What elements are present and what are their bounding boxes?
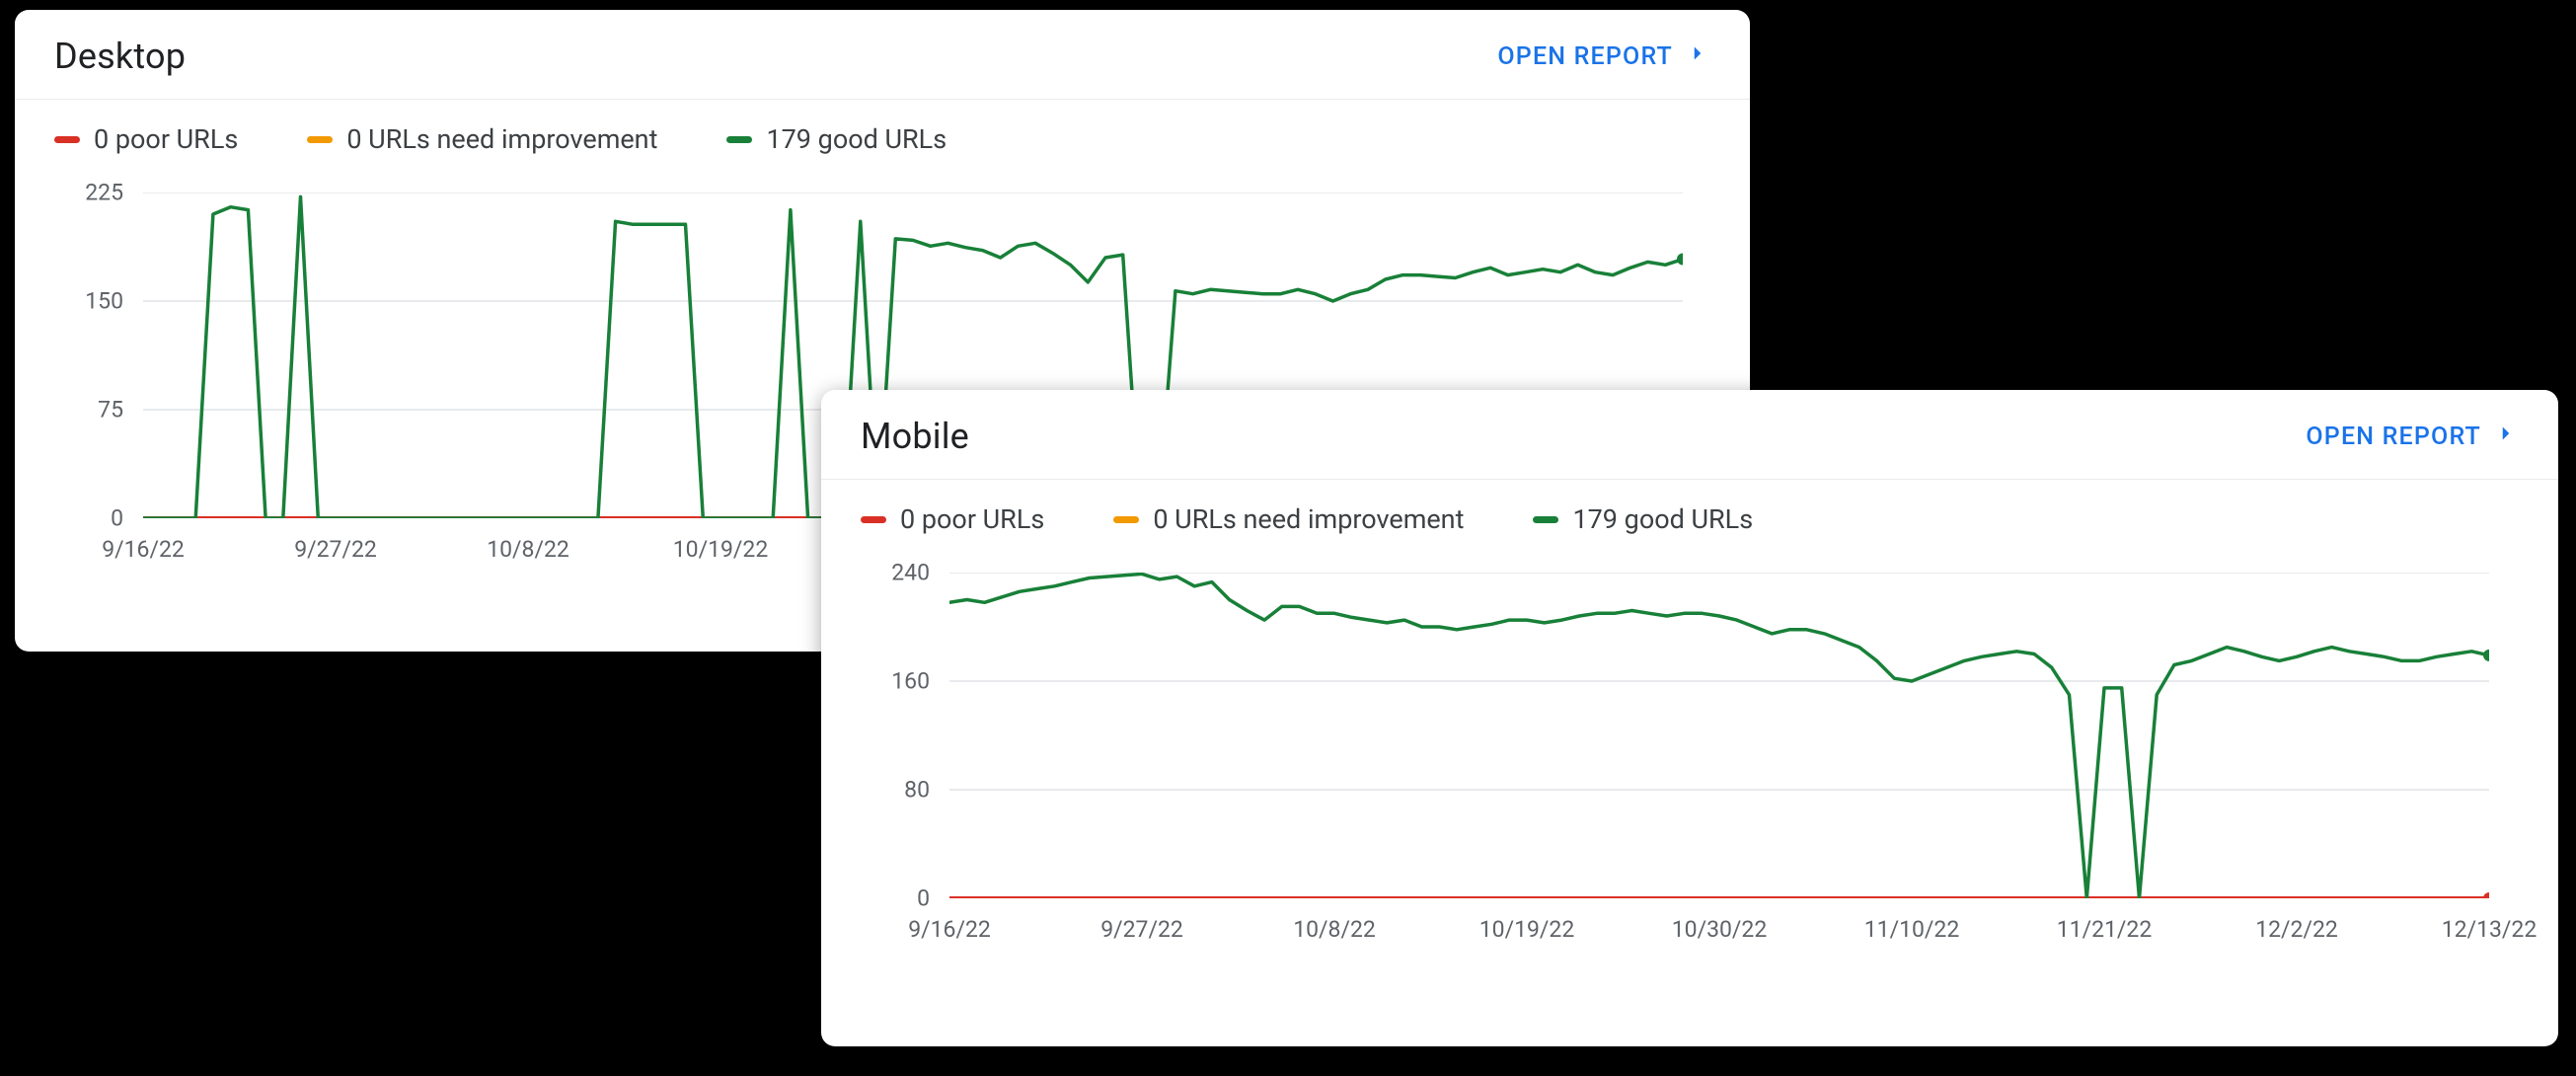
open-report-label: OPEN REPORT <box>1497 42 1673 71</box>
y-tick: 0 <box>917 885 930 912</box>
legend-item-need: 0 URLs need improvement <box>307 123 657 155</box>
mobile-gridlines <box>949 573 2489 898</box>
legend-label-good: 179 good URLs <box>766 123 947 155</box>
mobile-good-series <box>949 574 2489 898</box>
open-report-link-desktop[interactable]: OPEN REPORT <box>1497 40 1710 73</box>
x-tick: 12/13/22 <box>2442 916 2538 943</box>
mobile-card: Mobile OPEN REPORT 0 poor URLs 0 URLs ne… <box>821 390 2558 1046</box>
y-tick: 160 <box>891 667 930 694</box>
legend-swatch-poor <box>54 136 80 143</box>
x-tick: 12/2/22 <box>2255 916 2338 943</box>
mobile-end-point <box>2483 650 2489 661</box>
x-tick: 10/30/22 <box>1672 916 1768 943</box>
x-tick: 9/16/22 <box>908 916 991 943</box>
y-tick: 150 <box>85 287 123 314</box>
mobile-poor-end-point <box>2483 892 2489 898</box>
y-tick: 225 <box>85 180 123 206</box>
legend-label-good: 179 good URLs <box>1572 503 1753 535</box>
y-tick: 0 <box>111 505 123 532</box>
legend-swatch-need <box>307 136 333 143</box>
x-tick: 10/8/22 <box>1293 916 1376 943</box>
x-tick: 9/27/22 <box>294 536 377 563</box>
legend-label-poor: 0 poor URLs <box>900 503 1044 535</box>
desktop-card-header: Desktop OPEN REPORT <box>15 10 1750 100</box>
desktop-title: Desktop <box>54 36 186 77</box>
open-report-link-mobile[interactable]: OPEN REPORT <box>2306 421 2519 453</box>
x-tick: 11/21/22 <box>2057 916 2153 943</box>
chevron-right-icon <box>2493 421 2519 453</box>
desktop-end-point <box>1677 253 1683 265</box>
open-report-label: OPEN REPORT <box>2306 423 2481 451</box>
y-tick: 75 <box>98 396 123 423</box>
mobile-legend: 0 poor URLs 0 URLs need improvement 179 … <box>821 480 2558 543</box>
mobile-y-axis: 240 160 80 0 <box>861 573 930 898</box>
y-tick: 80 <box>904 776 930 803</box>
x-tick: 11/10/22 <box>1864 916 1960 943</box>
x-tick: 10/19/22 <box>673 536 769 563</box>
legend-label-poor: 0 poor URLs <box>94 123 238 155</box>
mobile-plot-svg <box>949 573 2489 898</box>
desktop-y-axis: 225 150 75 0 <box>54 192 123 518</box>
desktop-legend: 0 poor URLs 0 URLs need improvement 179 … <box>15 100 1750 163</box>
legend-swatch-good <box>726 136 752 143</box>
legend-label-need: 0 URLs need improvement <box>346 123 657 155</box>
legend-swatch-poor <box>861 516 886 523</box>
legend-item-good: 179 good URLs <box>726 123 947 155</box>
mobile-card-header: Mobile OPEN REPORT <box>821 390 2558 480</box>
x-tick: 9/27/22 <box>1100 916 1183 943</box>
legend-item-good: 179 good URLs <box>1533 503 1753 535</box>
x-tick: 10/8/22 <box>487 536 569 563</box>
legend-swatch-need <box>1113 516 1139 523</box>
legend-item-poor: 0 poor URLs <box>861 503 1044 535</box>
legend-item-poor: 0 poor URLs <box>54 123 238 155</box>
x-tick: 9/16/22 <box>102 536 185 563</box>
mobile-chart: 240 160 80 0 9/16/22 9/27/22 10/8/22 10/… <box>821 543 2558 977</box>
legend-swatch-good <box>1533 516 1558 523</box>
legend-item-need: 0 URLs need improvement <box>1113 503 1464 535</box>
chevron-right-icon <box>1685 40 1710 73</box>
mobile-title: Mobile <box>861 416 969 457</box>
y-tick: 240 <box>891 560 930 586</box>
x-tick: 10/19/22 <box>1479 916 1575 943</box>
legend-label-need: 0 URLs need improvement <box>1153 503 1464 535</box>
